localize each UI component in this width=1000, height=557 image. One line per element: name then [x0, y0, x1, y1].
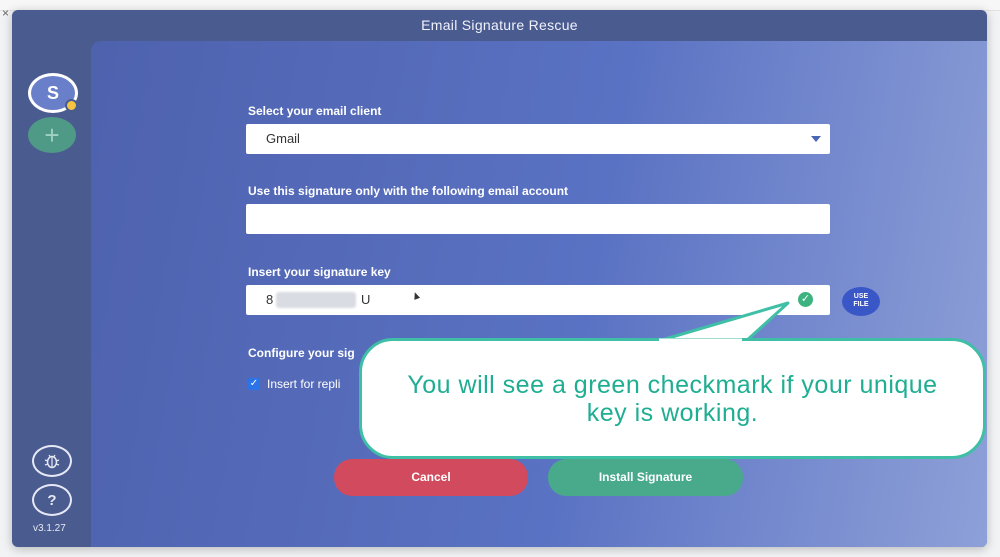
window-title: Email Signature Rescue	[421, 17, 578, 33]
version-label: v3.1.27	[33, 523, 66, 534]
main-content: Select your email client Gmail Use this …	[91, 41, 987, 547]
profile-avatar[interactable]: S	[28, 73, 78, 113]
help-icon: ?	[47, 491, 57, 509]
key-first-char: 8	[266, 292, 274, 307]
sidebar: S + ? v3.1.27	[12, 41, 90, 547]
bug-icon	[44, 454, 60, 469]
email-client-label: Select your email client	[248, 104, 382, 118]
add-profile-button[interactable]: +	[28, 117, 76, 153]
bug-report-button[interactable]	[32, 445, 72, 477]
signature-key-label: Insert your signature key	[248, 265, 391, 279]
signature-key-input[interactable]: 8 U ✓	[246, 285, 830, 315]
use-file-label-2: FILE	[853, 301, 869, 308]
status-dot	[65, 99, 78, 112]
help-button[interactable]: ?	[32, 484, 72, 516]
checkmark-icon: ✓	[798, 292, 813, 307]
cancel-button[interactable]: Cancel	[334, 459, 528, 496]
chevron-down-icon	[811, 136, 821, 142]
insert-replies-checkbox[interactable]: ✓	[248, 378, 260, 390]
callout-text: You will see a green checkmark if your u…	[407, 370, 938, 427]
callout-bubble: You will see a green checkmark if your u…	[359, 338, 986, 459]
app-window: Email Signature Rescue S + ? v3.1.27 Sel…	[12, 10, 987, 547]
use-file-button[interactable]: USE FILE	[842, 287, 880, 316]
email-client-select[interactable]: Gmail	[246, 124, 830, 154]
insert-replies-label: Insert for repli	[267, 377, 341, 391]
email-account-label: Use this signature only with the followi…	[248, 184, 569, 198]
email-account-input[interactable]	[246, 204, 830, 234]
use-file-label-1: USE	[853, 293, 869, 300]
avatar-letter: S	[46, 83, 59, 103]
email-client-value: Gmail	[266, 131, 300, 146]
plus-icon: +	[44, 120, 60, 150]
install-signature-button[interactable]: Install Signature	[548, 459, 743, 496]
configure-label: Configure your sig	[248, 346, 355, 360]
close-icon[interactable]: ×	[2, 6, 9, 20]
key-last-char: U	[361, 292, 371, 307]
key-redacted	[276, 292, 356, 308]
